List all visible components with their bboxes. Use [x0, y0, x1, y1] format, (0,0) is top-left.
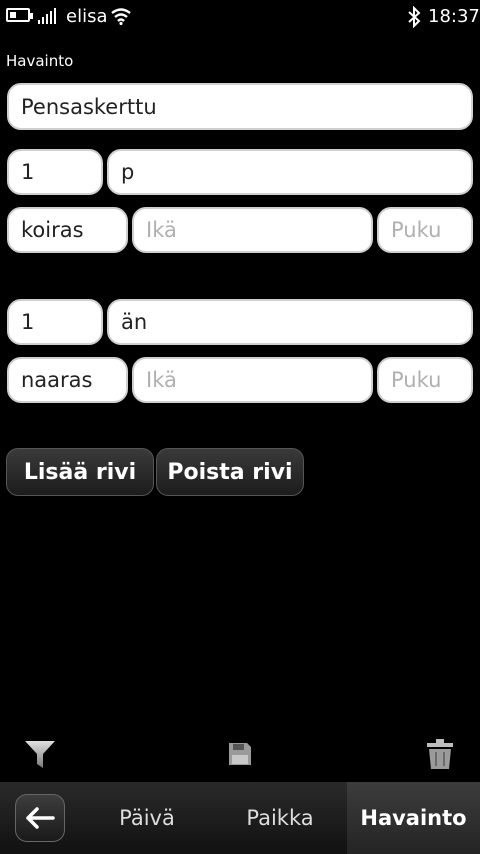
plumage-field-2[interactable]: Puku [377, 357, 473, 403]
trash-icon[interactable] [426, 738, 454, 770]
count-field-2[interactable]: 1 [7, 299, 103, 345]
save-icon[interactable] [228, 742, 252, 766]
remove-row-button[interactable]: Poista rivi [156, 448, 304, 496]
battery-icon [6, 8, 33, 22]
code-field-1[interactable]: p [107, 149, 473, 195]
plumage-field-1[interactable]: Puku [377, 207, 473, 253]
add-row-button[interactable]: Lisää rivi [6, 448, 154, 496]
operator-name: elisa [66, 6, 108, 27]
back-button[interactable] [15, 794, 65, 842]
tab-paiva[interactable]: Päivä [92, 782, 202, 854]
wifi-icon [111, 8, 131, 25]
bluetooth-icon [408, 6, 421, 28]
tab-paikka[interactable]: Paikka [220, 782, 340, 854]
age-field-1[interactable]: Ikä [132, 207, 373, 253]
species-field[interactable]: Pensaskerttu [7, 83, 473, 130]
section-label: Havainto [6, 52, 74, 70]
count-field-1[interactable]: 1 [7, 149, 103, 195]
status-bar: elisa 18:37 [0, 0, 480, 34]
code-field-2[interactable]: än [107, 299, 473, 345]
back-arrow-icon [26, 807, 55, 829]
sex-field-1[interactable]: koiras [7, 207, 128, 253]
age-field-2[interactable]: Ikä [132, 357, 373, 403]
signal-icon [38, 8, 60, 24]
filter-icon[interactable] [24, 738, 56, 770]
clock: 18:37 [428, 6, 480, 27]
sex-field-2[interactable]: naaras [7, 357, 128, 403]
tab-havainto[interactable]: Havainto [347, 782, 480, 854]
